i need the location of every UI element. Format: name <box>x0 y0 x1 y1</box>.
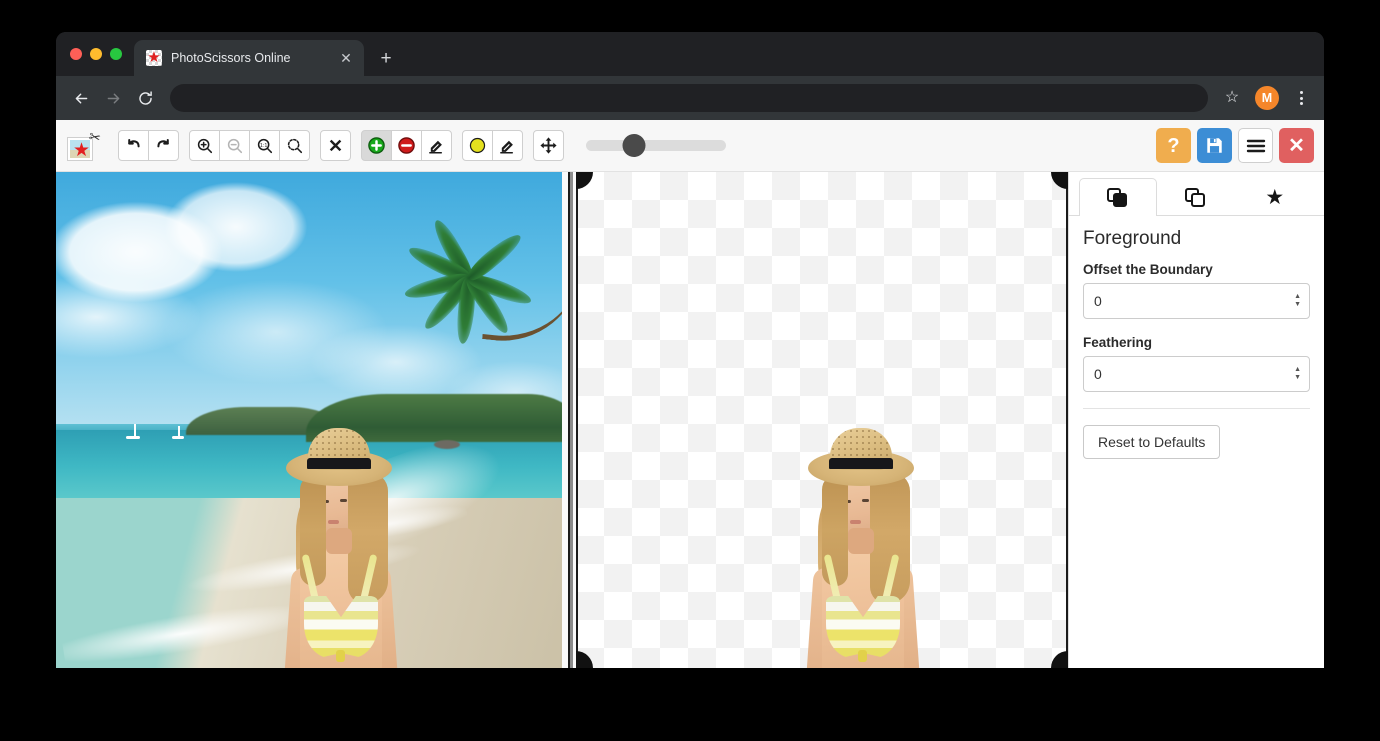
layers-outline-icon <box>1185 188 1207 208</box>
panel-tab-bar: ★ <box>1069 172 1324 216</box>
forward-arrow-icon[interactable] <box>98 83 128 113</box>
svg-text:1:1: 1:1 <box>259 143 266 149</box>
back-arrow-icon[interactable] <box>66 83 96 113</box>
panel-title: Foreground <box>1083 228 1310 250</box>
settings-panel: ★ Foreground Offset the Boundary ▲ ▼ Fea… <box>1068 172 1324 668</box>
slider-track <box>586 140 726 151</box>
toolbar-group-hair <box>462 130 523 161</box>
offset-boundary-stepper[interactable]: ▲ ▼ <box>1083 283 1310 319</box>
offset-boundary-label: Offset the Boundary <box>1083 262 1310 277</box>
tab-strip: PhotoScissors Online ✕ + <box>56 32 1324 76</box>
person-cutout <box>808 428 918 668</box>
bookmark-star-icon[interactable]: ☆ <box>1218 84 1246 112</box>
pan-tool-button[interactable] <box>533 130 564 161</box>
reset-to-defaults-button[interactable]: Reset to Defaults <box>1083 425 1220 459</box>
help-button[interactable]: ? <box>1156 128 1191 163</box>
cutout-preview-canvas[interactable] <box>576 172 1068 668</box>
redo-button[interactable] <box>148 130 179 161</box>
tab-title: PhotoScissors Online <box>171 51 327 65</box>
feathering-label: Feathering <box>1083 335 1310 350</box>
kebab-menu-icon[interactable] <box>1288 84 1314 112</box>
panel-divider <box>1083 408 1310 409</box>
page-content: ★ ✂ <box>56 120 1324 668</box>
address-bar[interactable] <box>170 84 1208 112</box>
window-traffic-lights <box>66 32 134 76</box>
window-minimize-button[interactable] <box>90 48 102 60</box>
zoom-out-button[interactable] <box>219 130 250 161</box>
toolbar-group-zoom: 1:1 <box>189 130 310 161</box>
address-input[interactable] <box>170 84 1208 112</box>
workspace: ★ Foreground Offset the Boundary ▲ ▼ Fea… <box>56 172 1324 668</box>
toolbar-group-clear: ✕ <box>320 130 351 161</box>
close-button[interactable]: ✕ <box>1279 128 1314 163</box>
toolbar-group-history <box>118 130 179 161</box>
feathering-input[interactable] <box>1094 366 1294 382</box>
hair-eraser-button[interactable] <box>492 130 523 161</box>
menu-button[interactable] <box>1238 128 1273 163</box>
brush-size-slider[interactable] <box>586 130 726 161</box>
browser-navbar: ☆ M <box>56 76 1324 120</box>
window-close-button[interactable] <box>70 48 82 60</box>
rock <box>434 440 460 449</box>
profile-avatar[interactable]: M <box>1255 86 1279 110</box>
undo-button[interactable] <box>118 130 149 161</box>
feathering-spinner-arrows[interactable]: ▲ ▼ <box>1294 367 1301 381</box>
spinner-up-icon[interactable]: ▲ <box>1294 367 1301 373</box>
photoscissors-logo: ★ ✂ <box>60 126 108 166</box>
new-tab-button[interactable]: + <box>372 44 400 72</box>
spinner-up-icon[interactable]: ▲ <box>1294 294 1301 300</box>
window-zoom-button[interactable] <box>110 48 122 60</box>
toolbar-group-pan <box>533 130 564 161</box>
canvas-right-edge <box>1066 172 1068 668</box>
spinner-down-icon[interactable]: ▼ <box>1294 375 1301 381</box>
save-button[interactable] <box>1197 128 1232 163</box>
app-toolbar: ★ ✂ <box>56 120 1324 172</box>
palm-crown <box>411 230 541 320</box>
tab-foreground[interactable] <box>1079 178 1157 216</box>
photoscissors-favicon-icon <box>146 50 162 66</box>
reload-icon[interactable] <box>130 83 160 113</box>
offset-boundary-input[interactable] <box>1094 293 1294 309</box>
beach-photo <box>56 172 562 668</box>
tab-close-icon[interactable]: ✕ <box>336 48 356 68</box>
clear-markers-button[interactable]: ✕ <box>320 130 351 161</box>
browser-window: PhotoScissors Online ✕ + ☆ M <box>56 32 1324 668</box>
offset-boundary-spinner-arrows[interactable]: ▲ ▼ <box>1294 294 1301 308</box>
canvas-area <box>56 172 1068 668</box>
zoom-actual-button[interactable]: 1:1 <box>249 130 280 161</box>
star-icon: ★ <box>1265 187 1284 208</box>
zoom-in-button[interactable] <box>189 130 220 161</box>
panel-body: Foreground Offset the Boundary ▲ ▼ Feath… <box>1069 216 1324 459</box>
original-image-canvas[interactable] <box>56 172 562 668</box>
person-subject <box>286 428 396 668</box>
tab-background[interactable] <box>1157 178 1235 216</box>
toolbar-right-actions: ? ✕ <box>1156 128 1316 163</box>
canvas-left-edge <box>576 172 578 668</box>
eraser-marker-button[interactable] <box>421 130 452 161</box>
layers-filled-icon <box>1107 188 1129 208</box>
foreground-marker-button[interactable] <box>361 130 392 161</box>
tab-effects[interactable]: ★ <box>1236 178 1314 216</box>
feathering-stepper[interactable]: ▲ ▼ <box>1083 356 1310 392</box>
spinner-down-icon[interactable]: ▼ <box>1294 302 1301 308</box>
slider-thumb[interactable] <box>622 134 645 157</box>
splitter-grip[interactable] <box>570 172 573 668</box>
hair-marker-button[interactable] <box>462 130 493 161</box>
zoom-fit-button[interactable] <box>279 130 310 161</box>
canvas-splitter[interactable] <box>562 172 576 668</box>
background-marker-button[interactable] <box>391 130 422 161</box>
toolbar-group-markers <box>361 130 452 161</box>
browser-tab[interactable]: PhotoScissors Online ✕ <box>134 40 364 76</box>
